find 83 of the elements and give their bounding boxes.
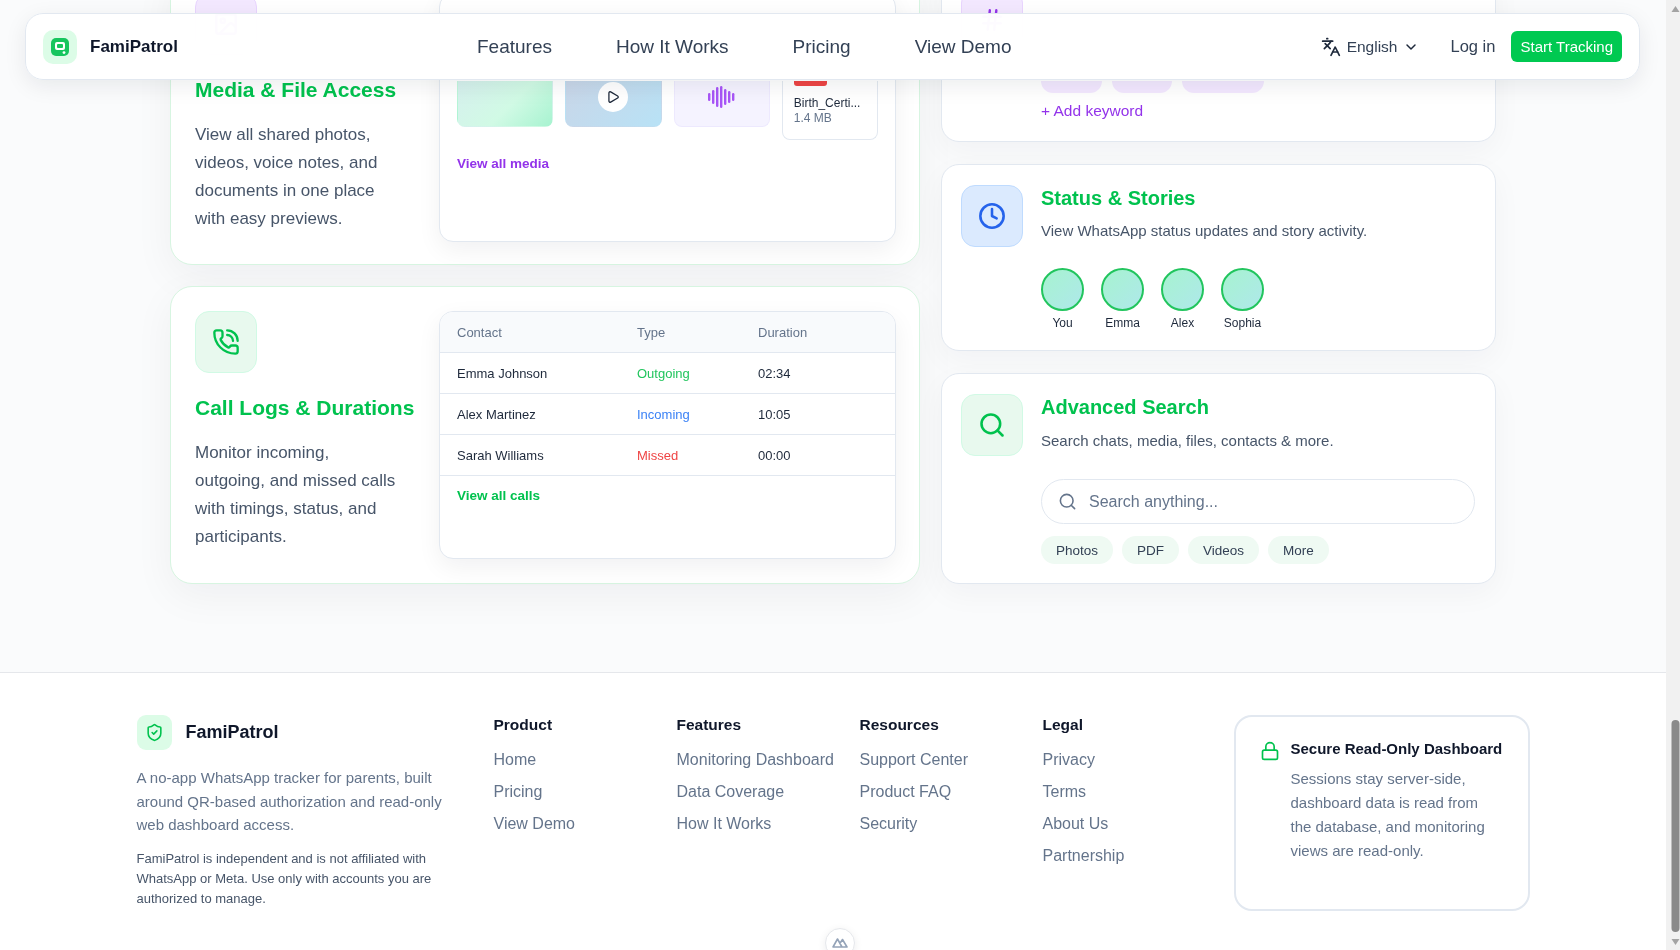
duration-cell-text: 10:05: [758, 406, 792, 422]
search-field[interactable]: Search anything...: [1041, 479, 1475, 524]
footer-link[interactable]: About Us: [1042, 812, 1109, 836]
duration-cell-text: 00:00: [758, 447, 792, 463]
footer-heading: Resources: [859, 715, 939, 735]
brand-name: FamiPatrol: [185, 722, 279, 743]
card-title: Advanced Search: [1041, 395, 1209, 420]
file-card[interactable]: Birth_Certi... 1.4 MB: [781, 81, 878, 140]
file-name: Birth_Certi...: [793, 95, 861, 111]
story-avatar[interactable]: [1161, 268, 1204, 311]
filter-chip[interactable]: Videos: [1188, 536, 1260, 564]
duration-cell-text: 02:34: [758, 365, 792, 381]
file-size: 1.4 MB: [793, 111, 832, 126]
card-description: View WhatsApp status updates and story activity.: [1041, 221, 1368, 241]
footer-heading: Features: [676, 715, 742, 735]
login-link[interactable]: Log in: [1450, 37, 1496, 56]
play-icon: [598, 81, 629, 112]
column-header: Duration: [758, 324, 809, 340]
notice-text: Sessions stay server-side, dashboard data is read from the database, and monitoring views are read-only.: [1290, 769, 1486, 861]
footer-link[interactable]: Partnership: [1042, 844, 1125, 868]
logo-icon[interactable]: [43, 29, 77, 64]
contact-cell-text: Sarah Williams: [457, 447, 545, 463]
call-type-cell-text: Missed: [637, 447, 680, 463]
nav-link[interactable]: Pricing: [792, 35, 851, 58]
footer-link[interactable]: Privacy: [1042, 748, 1095, 772]
footer-link[interactable]: Home: [493, 748, 537, 772]
call-type-cell-text: Incoming: [637, 406, 691, 422]
image-thumbnail[interactable]: [457, 81, 554, 127]
footer-link[interactable]: How It Works: [676, 812, 772, 836]
footer-link[interactable]: Terms: [1042, 780, 1087, 804]
nav-link[interactable]: Features: [477, 35, 552, 58]
filter-chip[interactable]: PDF: [1122, 536, 1180, 564]
footer-link[interactable]: Product FAQ: [859, 780, 952, 804]
story-avatar[interactable]: [1041, 268, 1084, 311]
card-description: Monitor incoming, outgoing, and missed calls with timings, status, and participants.: [195, 442, 397, 548]
keyword-chip: [1041, 81, 1102, 93]
add-keyword-link[interactable]: + Add keyword: [1041, 101, 1144, 121]
language-select[interactable]: English: [1320, 36, 1420, 57]
notice-title: Secure Read-Only Dashboard: [1290, 739, 1503, 759]
view-all-media-link[interactable]: View all media: [457, 155, 550, 173]
nav-link[interactable]: How It Works: [616, 35, 729, 58]
footer-link[interactable]: Data Coverage: [676, 780, 785, 804]
search-icon: [961, 394, 1023, 456]
filter-chip[interactable]: More: [1268, 536, 1329, 564]
lock-icon: [1259, 741, 1280, 761]
nav-link[interactable]: View Demo: [914, 35, 1012, 58]
filter-chip[interactable]: Photos: [1041, 536, 1114, 564]
phone-icon: [195, 311, 257, 373]
footer-heading: Legal: [1042, 715, 1083, 735]
footer-link[interactable]: Pricing: [493, 780, 543, 804]
card-title: Status & Stories: [1041, 186, 1196, 211]
audio-wave-icon: [708, 85, 736, 108]
shield-check-icon: [136, 715, 172, 750]
story-name: Emma: [1105, 315, 1140, 331]
footer-heading: Product: [493, 715, 553, 735]
story-avatar[interactable]: [1101, 268, 1144, 311]
card-description: Search chats, media, files, contacts & more.: [1041, 431, 1334, 451]
search-icon: [1058, 492, 1077, 511]
story-name: Alex: [1170, 315, 1195, 331]
column-header: Contact: [457, 324, 503, 340]
story-name: Sophia: [1223, 315, 1262, 331]
story-name: You: [1052, 315, 1073, 331]
clock-icon: [961, 185, 1023, 247]
call-type-cell-text: Outgoing: [637, 365, 691, 381]
audio-thumbnail[interactable]: [673, 81, 770, 127]
footer-link[interactable]: View Demo: [493, 812, 575, 836]
video-thumbnail[interactable]: [565, 81, 662, 127]
card-title: Media & File Access: [195, 77, 397, 103]
footer-link[interactable]: Support Center: [859, 748, 968, 772]
contact-cell-text: Emma Johnson: [457, 365, 549, 381]
footer-description: A no-app WhatsApp tracker for parents, built around QR-based authorization and read-only web dashboard access.: [136, 768, 443, 835]
keyword-chip: [1112, 81, 1172, 93]
file-icon: [793, 81, 827, 86]
story-avatar[interactable]: [1221, 268, 1264, 311]
footer-disclaimer: FamiPatrol is independent and is not affiliated with WhatsApp or Meta. Use only with accounts you are authorized to manage.: [136, 849, 433, 908]
footer-link[interactable]: Monitoring Dashboard: [676, 748, 834, 772]
translate-icon: [1320, 36, 1341, 57]
card-title: Call Logs & Durations: [195, 395, 415, 421]
contact-cell-text: Alex Martinez: [457, 406, 537, 422]
card-description: View all shared photos, videos, voice notes, and documents in one place with easy previews.: [195, 124, 379, 230]
column-header: Type: [637, 324, 667, 340]
brand-name[interactable]: FamiPatrol: [90, 36, 178, 57]
footer-link[interactable]: Security: [859, 812, 918, 836]
